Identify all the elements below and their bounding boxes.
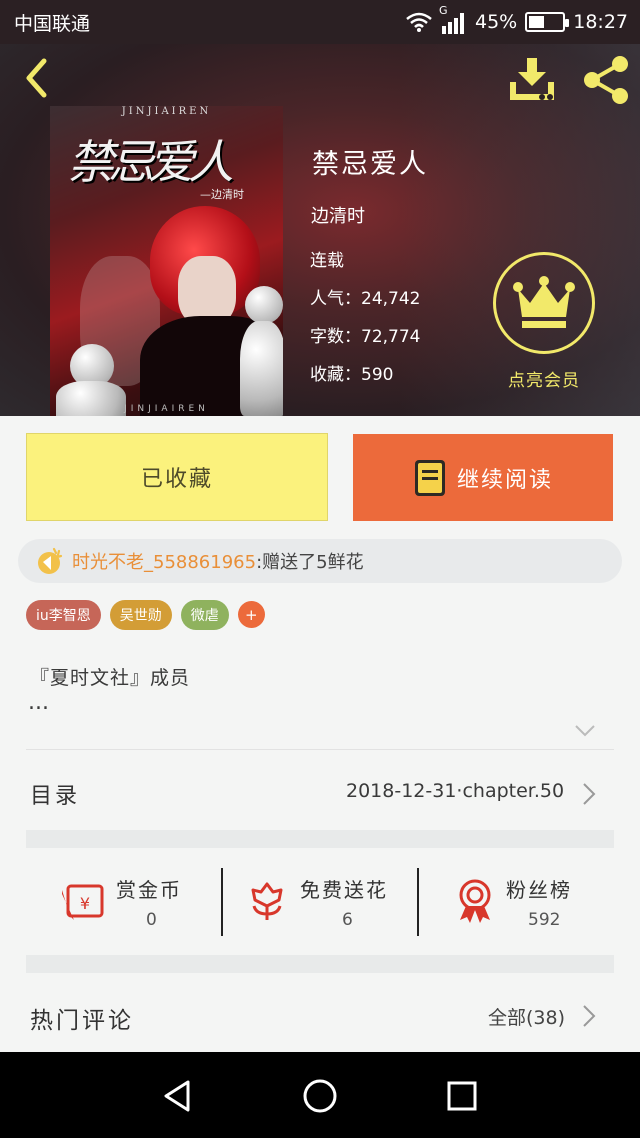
battery-percent: 45%: [475, 11, 518, 33]
collected-button[interactable]: 已收藏: [26, 433, 328, 521]
stat-divider: [417, 868, 419, 936]
add-tag-button[interactable]: +: [237, 601, 265, 628]
red-envelope-icon: ¥: [62, 884, 104, 920]
book-title: 禁忌爱人: [312, 149, 428, 180]
cover-title: 禁忌爱人: [68, 135, 234, 189]
reward-coins-item[interactable]: ¥ 赏金币 0: [60, 866, 210, 946]
status-bar: 中国联通 G 45% 18:27: [0, 0, 640, 44]
gift-notice[interactable]: 时光不老_558861965 :赠送了5鲜花: [18, 539, 622, 583]
section-separator: [26, 955, 614, 973]
tag-label: 微虐: [190, 608, 219, 624]
vip-button[interactable]: 点亮会员: [490, 252, 598, 392]
network-type: G: [439, 4, 448, 17]
nav-back-icon[interactable]: [156, 1074, 200, 1118]
cover-subtitle: —边清时: [200, 188, 244, 201]
book-author[interactable]: 边清时: [311, 202, 365, 228]
section-separator: [26, 830, 614, 848]
continue-reading-label: 继续阅读: [456, 467, 553, 493]
carrier-name: 中国联通: [14, 12, 91, 35]
book-description: 『夏时文社』成员: [30, 667, 191, 689]
continue-reading-button[interactable]: 继续阅读: [353, 434, 613, 521]
cover-top-text: JINJIAIREN: [121, 106, 212, 117]
clock: 18:27: [573, 11, 628, 33]
chevron-right-icon[interactable]: [582, 1004, 596, 1028]
reward-coins-label: 赏金币: [116, 878, 182, 902]
nav-recents-icon[interactable]: [440, 1074, 484, 1118]
status-icons: G 45% 18:27: [405, 4, 628, 34]
toc-label: 目录: [30, 784, 81, 809]
fan-ranking-value: 592: [528, 910, 561, 930]
nav-home-icon[interactable]: [298, 1074, 342, 1118]
tag-label: iu李智恩: [36, 608, 91, 624]
vip-label: 点亮会员: [508, 371, 580, 391]
back-button[interactable]: [16, 58, 56, 98]
stat-divider: [221, 868, 223, 936]
fan-ranking-label: 粉丝榜: [506, 878, 572, 902]
horn-icon: [38, 547, 63, 574]
free-flower-value: 6: [342, 910, 353, 930]
free-flower-item[interactable]: 免费送花 6: [246, 866, 406, 946]
award-ribbon-icon: [459, 879, 491, 923]
book-popularity: 人气：24,742: [310, 289, 421, 309]
book-icon: [414, 459, 445, 496]
book-favorites: 收藏：590: [310, 365, 394, 385]
signal-icon: G: [439, 4, 467, 34]
cover-pawn-head: [245, 286, 283, 324]
crown-icon: [513, 276, 575, 328]
tag-item[interactable]: iu李智恩: [26, 600, 101, 630]
download-icon[interactable]: [506, 56, 558, 104]
share-icon[interactable]: [578, 52, 634, 108]
chevron-down-icon[interactable]: [574, 724, 596, 738]
book-header: JINJIAIREN 禁忌爱人 —边清时 JINJIAIREN 禁忌爱人 边清时…: [0, 44, 640, 416]
cover-bottom-text: JINJIAIREN: [124, 404, 209, 414]
tag-item[interactable]: 微虐: [180, 600, 229, 630]
book-status: 连载: [310, 251, 344, 271]
description-ellipsis: ...: [28, 690, 49, 715]
tag-list: iu李智恩 吴世勋 微虐 +: [26, 600, 265, 630]
book-word-count: 字数：72,774: [310, 327, 421, 347]
collected-label: 已收藏: [140, 467, 213, 492]
cover-pawn-body: [240, 321, 283, 416]
add-tag-label: +: [244, 605, 258, 624]
vip-ring: [493, 252, 595, 354]
svg-text:¥: ¥: [80, 894, 90, 913]
back-arrow-icon: [26, 58, 47, 98]
fan-ranking-item[interactable]: 粉丝榜 592: [454, 866, 614, 946]
system-nav-bar: [0, 1052, 640, 1138]
tag-label: 吴世勋: [119, 608, 162, 624]
free-flower-label: 免费送花: [300, 878, 388, 902]
tag-item[interactable]: 吴世勋: [109, 600, 172, 630]
wifi-icon: [406, 12, 432, 32]
reward-coins-value: 0: [146, 910, 157, 930]
all-comments-link[interactable]: 全部(38): [488, 1003, 565, 1030]
book-cover[interactable]: JINJIAIREN 禁忌爱人 —边清时 JINJIAIREN: [50, 106, 283, 416]
toc-latest-chapter: 2018-12-31·chapter.50: [346, 780, 565, 802]
gift-message: :赠送了5鲜花: [256, 552, 364, 573]
flower-icon: [251, 882, 283, 920]
divider: [26, 749, 614, 750]
gift-user[interactable]: 时光不老_558861965: [72, 548, 256, 574]
battery-icon: [525, 12, 570, 32]
hot-comments-label: 热门评论: [30, 1008, 134, 1034]
chevron-right-icon: [583, 783, 596, 805]
